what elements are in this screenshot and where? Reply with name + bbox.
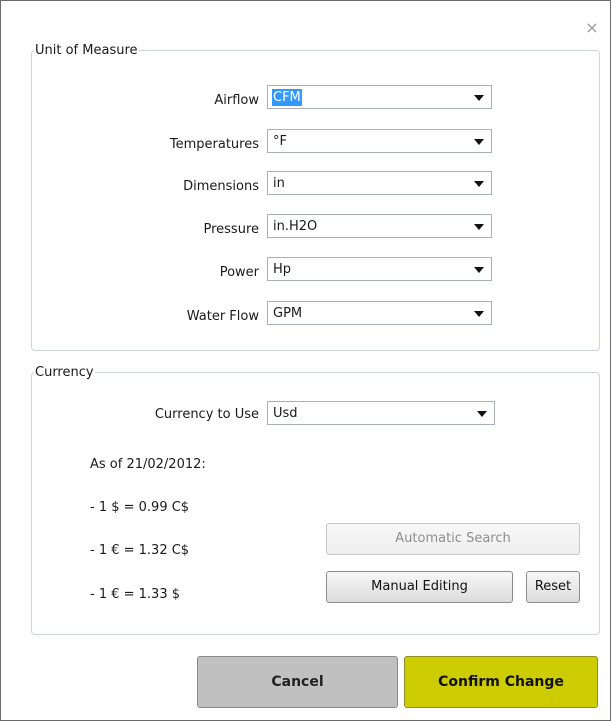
dimensions-row: Dimensions (41, 174, 259, 200)
water-flow-label: Water Flow (186, 309, 259, 324)
airflow-select[interactable]: CFM (267, 85, 492, 109)
currency-to-use-label: Currency to Use (154, 407, 259, 422)
pressure-label: Pressure (203, 222, 259, 237)
pressure-value: in.H2O (273, 219, 318, 234)
unit-of-measure-legend: Unit of Measure (35, 43, 138, 58)
chevron-down-icon (474, 267, 484, 273)
pressure-select[interactable]: in.H2O (267, 214, 492, 238)
power-row: Power (41, 260, 259, 286)
power-value: Hp (273, 262, 292, 277)
rate-usd-cad: - 1 $ = 0.99 C$ (90, 500, 190, 515)
chevron-down-icon (477, 411, 487, 417)
dimensions-label: Dimensions (183, 179, 259, 194)
chevron-down-icon (474, 181, 484, 187)
pressure-row: Pressure (41, 217, 259, 243)
automatic-search-button[interactable]: Automatic Search (326, 523, 580, 555)
cancel-button[interactable]: Cancel (197, 656, 398, 708)
rate-eur-cad: - 1 € = 1.32 C$ (90, 543, 190, 558)
temperatures-value: °F (273, 134, 287, 149)
power-select[interactable]: Hp (267, 257, 492, 281)
airflow-row: Airflow (41, 88, 259, 114)
water-flow-value: GPM (273, 306, 303, 321)
currency-to-use-row: Currency to Use (41, 402, 259, 428)
reset-button[interactable]: Reset (526, 571, 580, 603)
settings-dialog: × Unit of Measure Airflow CFM Temperatur… (0, 0, 611, 721)
airflow-value: CFM (272, 89, 302, 106)
temperatures-label: Temperatures (169, 137, 259, 152)
temperatures-row: Temperatures (41, 132, 259, 158)
dimensions-value: in (273, 176, 285, 191)
manual-editing-button[interactable]: Manual Editing (326, 571, 513, 603)
close-icon[interactable]: × (584, 20, 600, 36)
temperatures-select[interactable]: °F (267, 129, 492, 153)
confirm-change-button[interactable]: Confirm Change (404, 656, 598, 708)
currency-legend: Currency (35, 365, 94, 380)
dimensions-select[interactable]: in (267, 171, 492, 195)
chevron-down-icon (474, 95, 484, 101)
chevron-down-icon (474, 311, 484, 317)
currency-value: Usd (273, 406, 298, 421)
power-label: Power (219, 265, 259, 280)
chevron-down-icon (474, 139, 484, 145)
currency-select[interactable]: Usd (267, 401, 495, 425)
water-flow-row: Water Flow (41, 304, 259, 330)
rates-as-of: As of 21/02/2012: (90, 457, 206, 472)
water-flow-select[interactable]: GPM (267, 301, 492, 325)
airflow-label: Airflow (214, 93, 259, 108)
rate-eur-usd: - 1 € = 1.33 $ (90, 587, 181, 602)
chevron-down-icon (474, 224, 484, 230)
